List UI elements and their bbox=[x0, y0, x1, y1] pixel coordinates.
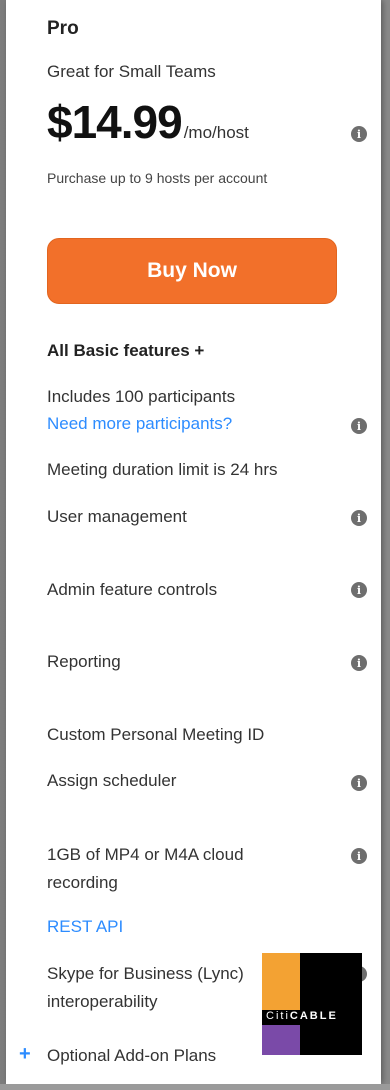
plan-subtitle: Great for Small Teams bbox=[47, 62, 216, 81]
plan-name: Pro bbox=[47, 18, 79, 39]
info-icon-price[interactable]: i bbox=[351, 126, 367, 142]
bottom-strip bbox=[0, 1084, 390, 1090]
price-unit: /mo/host bbox=[183, 123, 249, 142]
feature-skype: Skype for Business (Lync) interoperabili… bbox=[47, 964, 244, 1011]
info-icon-reporting[interactable]: i bbox=[351, 655, 367, 671]
info-icon-admin-controls[interactable]: i bbox=[351, 582, 367, 598]
plus-icon[interactable]: + bbox=[19, 1043, 31, 1066]
optional-addons-link[interactable]: Optional Add-on Plans bbox=[47, 1042, 216, 1070]
logo-text: CitiCABLE bbox=[266, 1010, 338, 1022]
info-icon-cloud-recording[interactable]: i bbox=[351, 848, 367, 864]
info-icon-scheduler[interactable]: i bbox=[351, 775, 367, 791]
feature-duration: Meeting duration limit is 24 hrs bbox=[47, 460, 278, 479]
feature-cloud-recording: 1GB of MP4 or M4A cloud recording bbox=[47, 845, 244, 892]
feature-admin-controls: Admin feature controls bbox=[47, 580, 218, 599]
feature-scheduler: Assign scheduler bbox=[47, 771, 177, 790]
citicable-watermark-logo: CitiCABLE bbox=[262, 953, 362, 1055]
price: $14.99 bbox=[47, 96, 183, 148]
hosts-note: Purchase up to 9 hosts per account bbox=[47, 170, 268, 186]
logo-purple-block bbox=[262, 1025, 300, 1055]
logo-orange-block bbox=[262, 953, 300, 1010]
feature-custom-pmi: Custom Personal Meeting ID bbox=[47, 725, 265, 744]
feature-user-management: User management bbox=[47, 507, 187, 526]
rest-api-link[interactable]: REST API bbox=[47, 913, 123, 941]
feature-participants: Includes 100 participants bbox=[47, 387, 236, 406]
feature-basic: All Basic features + bbox=[47, 341, 205, 360]
info-icon-participants[interactable]: i bbox=[351, 418, 367, 434]
more-participants-link[interactable]: Need more participants? bbox=[47, 410, 232, 438]
price-row: $14.99 /mo/host bbox=[47, 95, 249, 149]
info-icon-user-management[interactable]: i bbox=[351, 510, 367, 526]
feature-reporting: Reporting bbox=[47, 652, 121, 671]
buy-now-button[interactable]: Buy Now bbox=[47, 238, 337, 304]
